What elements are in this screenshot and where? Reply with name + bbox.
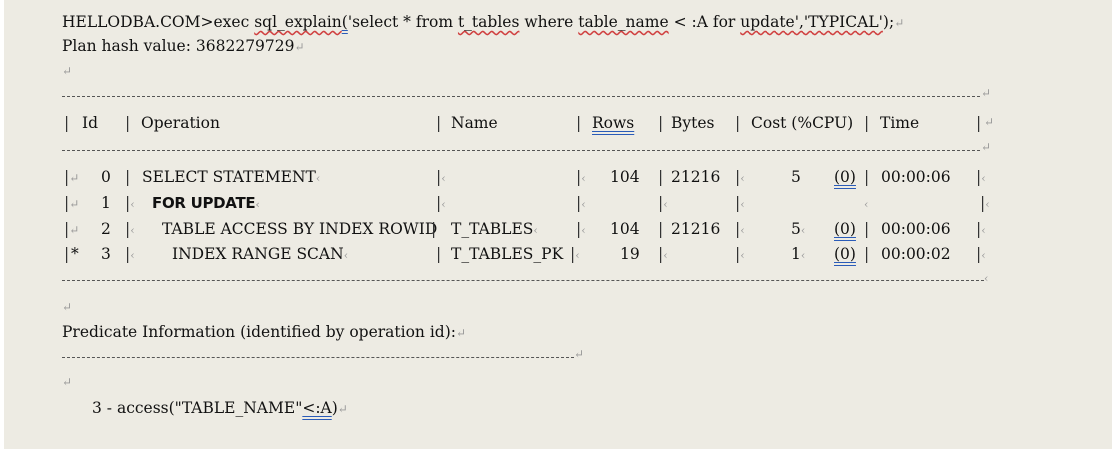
row-marker: * [71, 245, 79, 263]
header-rows: Rows [592, 114, 635, 132]
table-header-rule [62, 150, 980, 151]
predicate-rule [62, 357, 574, 358]
row-cpu: (0) [834, 220, 856, 238]
row-operation: INDEX RANGE SCAN‹ [172, 245, 349, 263]
row-id: 3 [101, 245, 111, 263]
row-time: 00:00:06 [881, 168, 951, 186]
row-id: 0 [101, 168, 111, 186]
header-operation: Operation [141, 114, 220, 132]
header-bytes: Bytes [671, 114, 715, 132]
row-operation: TABLE ACCESS BY INDEX ROWID [162, 220, 438, 238]
row-name: T_TABLES_PK [451, 245, 564, 263]
row-cpu: (0) [834, 245, 856, 263]
row-operation: FOR UPDATE‹ [152, 194, 260, 212]
row-bytes: 21216 [671, 168, 721, 186]
paragraph-mark: ↵ [62, 300, 73, 314]
predicate-heading: Predicate Information (identified by ope… [62, 323, 467, 341]
row-rows: 104 [610, 220, 640, 238]
header-cost: Cost (%CPU) [751, 114, 854, 132]
row-time: 00:00:02 [881, 245, 951, 263]
row-rows: 104 [610, 168, 640, 186]
header-time: Time [880, 114, 920, 132]
table-top-rule [62, 96, 980, 97]
row-cost: 5‹ [791, 220, 806, 238]
row-rows: 19 [620, 245, 640, 263]
row-name: T_TABLES‹ [451, 220, 538, 238]
row-bytes: 21216 [671, 220, 721, 238]
paragraph-mark: ↵ [62, 64, 73, 78]
header-id: Id [82, 114, 99, 132]
command-line: HELLODBA.COM>exec sql_explain('select * … [62, 13, 905, 31]
header-name: Name [451, 114, 498, 132]
table-bottom-rule [62, 280, 984, 281]
row-cost: 1‹ [791, 245, 806, 263]
row-id: 1 [101, 194, 111, 212]
row-id: 2 [101, 220, 111, 238]
predicate-line: 3 - access("TABLE_NAME"<:A)↵ [92, 399, 348, 417]
row-cpu: (0) [834, 168, 856, 186]
row-operation: SELECT STATEMENT‹ [142, 168, 321, 186]
paragraph-mark: ↵ [62, 375, 73, 389]
document-page: HELLODBA.COM>exec sql_explain('select * … [4, 0, 1112, 449]
row-time: 00:00:06 [881, 220, 951, 238]
plan-hash-line: Plan hash value: 3682279729↵ [62, 37, 305, 55]
row-cost: 5 [791, 168, 801, 186]
